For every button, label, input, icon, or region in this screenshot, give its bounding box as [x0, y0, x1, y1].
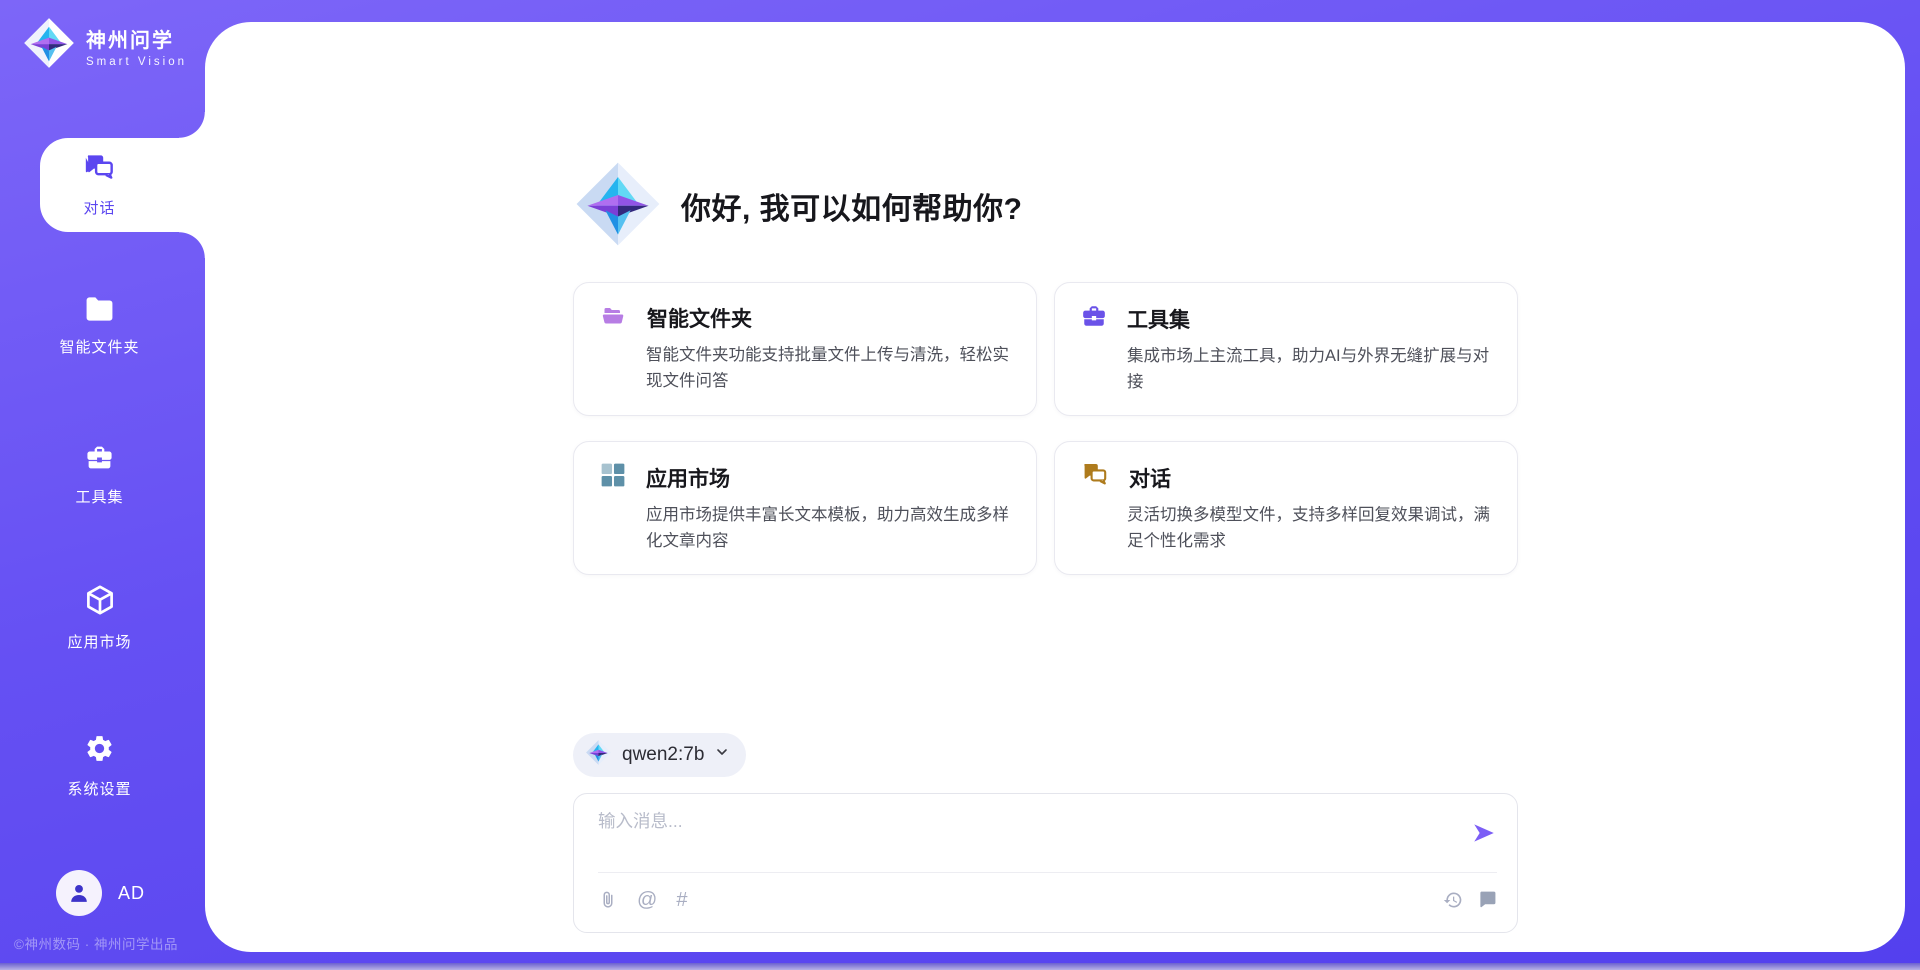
- at-icon: @: [637, 889, 657, 911]
- history-icon: [1443, 898, 1463, 913]
- model-name: qwen2:7b: [622, 744, 704, 766]
- card-description: 智能文件夹功能支持批量文件上传与清洗，轻松实现文件问答: [646, 343, 1010, 394]
- hash-icon: #: [676, 889, 687, 911]
- sidebar-item-chat[interactable]: 对话: [40, 138, 205, 232]
- composer-toolbar: @ #: [598, 872, 1497, 926]
- brand-subtitle: Smart Vision: [86, 56, 187, 68]
- topic-button[interactable]: #: [676, 890, 687, 910]
- toolbox-icon: [84, 443, 115, 477]
- card-toolset[interactable]: 工具集 集成市场上主流工具，助力AI与外界无缝扩展与对接: [1054, 282, 1518, 416]
- folder-open-icon: [600, 304, 627, 333]
- card-description: 集成市场上主流工具，助力AI与外界无缝扩展与对接: [1127, 344, 1491, 395]
- sidebar-item-smart-folders[interactable]: 智能文件夹: [40, 284, 205, 368]
- message-input[interactable]: [598, 808, 1427, 864]
- paperclip-icon: [598, 899, 618, 914]
- toolbox-icon: [1081, 303, 1107, 334]
- brand-name: 神州问学: [86, 24, 187, 53]
- feature-cards: 智能文件夹 智能文件夹功能支持批量文件上传与清洗，轻松实现文件问答 工具集 集成…: [573, 282, 1518, 575]
- user-menu[interactable]: AD: [56, 870, 145, 916]
- card-title: 应用市场: [646, 463, 730, 493]
- sidebar-item-label: 系统设置: [67, 778, 131, 799]
- chevron-down-icon: [714, 744, 730, 766]
- model-diamond-icon: [585, 739, 612, 772]
- hero-diamond-icon: [573, 159, 663, 254]
- card-description: 应用市场提供丰富长文本模板，助力高效生成多样化文章内容: [646, 503, 1010, 554]
- sidebar-item-label: 应用市场: [67, 631, 131, 652]
- card-description: 灵活切换多模型文件，支持多样回复效果调试，满足个性化需求: [1127, 503, 1491, 554]
- avatar: [56, 870, 102, 916]
- chat-icon: [1081, 462, 1109, 493]
- sidebar-item-label: 对话: [83, 197, 115, 218]
- card-smart-folders[interactable]: 智能文件夹 智能文件夹功能支持批量文件上传与清洗，轻松实现文件问答: [573, 282, 1037, 416]
- message-composer: @ #: [573, 793, 1518, 933]
- card-title: 智能文件夹: [647, 303, 752, 333]
- brand-diamond-icon: [22, 16, 76, 75]
- history-button[interactable]: [1443, 890, 1463, 910]
- folder-icon: [84, 296, 115, 327]
- gear-icon: [84, 733, 115, 769]
- sidebar-item-settings[interactable]: 系统设置: [40, 729, 205, 803]
- bubble-icon: [1478, 897, 1497, 912]
- copyright-text: ©神州数码 · 神州问学出品: [14, 933, 178, 953]
- card-app-market[interactable]: 应用市场 应用市场提供丰富长文本模板，助力高效生成多样化文章内容: [573, 441, 1037, 575]
- card-title: 工具集: [1127, 304, 1190, 334]
- grid-icon: [600, 462, 626, 493]
- sidebar: 神州问学 Smart Vision 对话 智能文件夹 工具集: [0, 0, 205, 970]
- sidebar-item-app-market[interactable]: 应用市场: [40, 576, 205, 658]
- cube-icon: [83, 583, 117, 622]
- new-chat-button[interactable]: [1478, 890, 1497, 909]
- greeting-text: 你好, 我可以如何帮助你?: [681, 184, 1023, 228]
- sidebar-item-label: 工具集: [75, 486, 123, 507]
- main-panel: 你好, 我可以如何帮助你? 智能文件夹 智能文件夹功能支持批量文件上传与清洗，轻…: [205, 22, 1905, 952]
- send-button[interactable]: [1471, 820, 1497, 846]
- chat-icon: [84, 153, 116, 188]
- window-bottom-edge: [0, 963, 1920, 970]
- mention-button[interactable]: @: [637, 890, 657, 910]
- card-title: 对话: [1129, 463, 1171, 493]
- attach-button[interactable]: [598, 889, 618, 911]
- model-selector[interactable]: qwen2:7b: [573, 733, 746, 777]
- sidebar-item-label: 智能文件夹: [59, 336, 139, 357]
- greeting-block: 你好, 我可以如何帮助你?: [573, 158, 1518, 254]
- card-chat[interactable]: 对话 灵活切换多模型文件，支持多样回复效果调试，满足个性化需求: [1054, 441, 1518, 575]
- brand-logo: 神州问学 Smart Vision: [22, 16, 187, 75]
- sidebar-item-toolset[interactable]: 工具集: [40, 437, 205, 513]
- user-name: AD: [118, 883, 145, 904]
